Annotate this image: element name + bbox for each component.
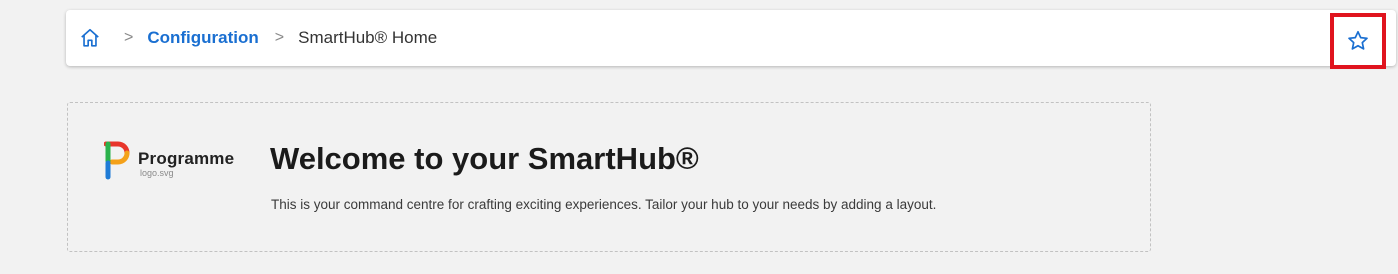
breadcrumb: > Configuration > SmartHub® Home bbox=[66, 10, 1396, 69]
welcome-description: This is your command centre for crafting… bbox=[271, 197, 937, 212]
home-icon bbox=[81, 28, 99, 47]
logo-subtext: logo.svg bbox=[140, 168, 174, 178]
breadcrumb-item-current: SmartHub® Home bbox=[298, 28, 438, 47]
breadcrumb-trail: > Configuration > SmartHub® Home bbox=[124, 10, 437, 66]
breadcrumb-separator: > bbox=[124, 29, 134, 46]
welcome-card: Programme logo.svg Welcome to your Smart… bbox=[67, 102, 1151, 252]
breadcrumb-item-configuration[interactable]: Configuration bbox=[147, 28, 258, 48]
favorite-highlight bbox=[1330, 13, 1386, 69]
logo-wordmark: Programme bbox=[138, 149, 235, 168]
favorite-button[interactable] bbox=[1340, 23, 1376, 59]
star-outline-icon bbox=[1348, 30, 1368, 50]
breadcrumb-separator: > bbox=[274, 29, 285, 46]
home-link[interactable] bbox=[78, 26, 102, 50]
programme-logo: Programme logo.svg bbox=[104, 141, 254, 181]
programme-logo-mark-icon bbox=[104, 141, 130, 180]
page-title: Welcome to your SmartHub® bbox=[270, 141, 699, 176]
